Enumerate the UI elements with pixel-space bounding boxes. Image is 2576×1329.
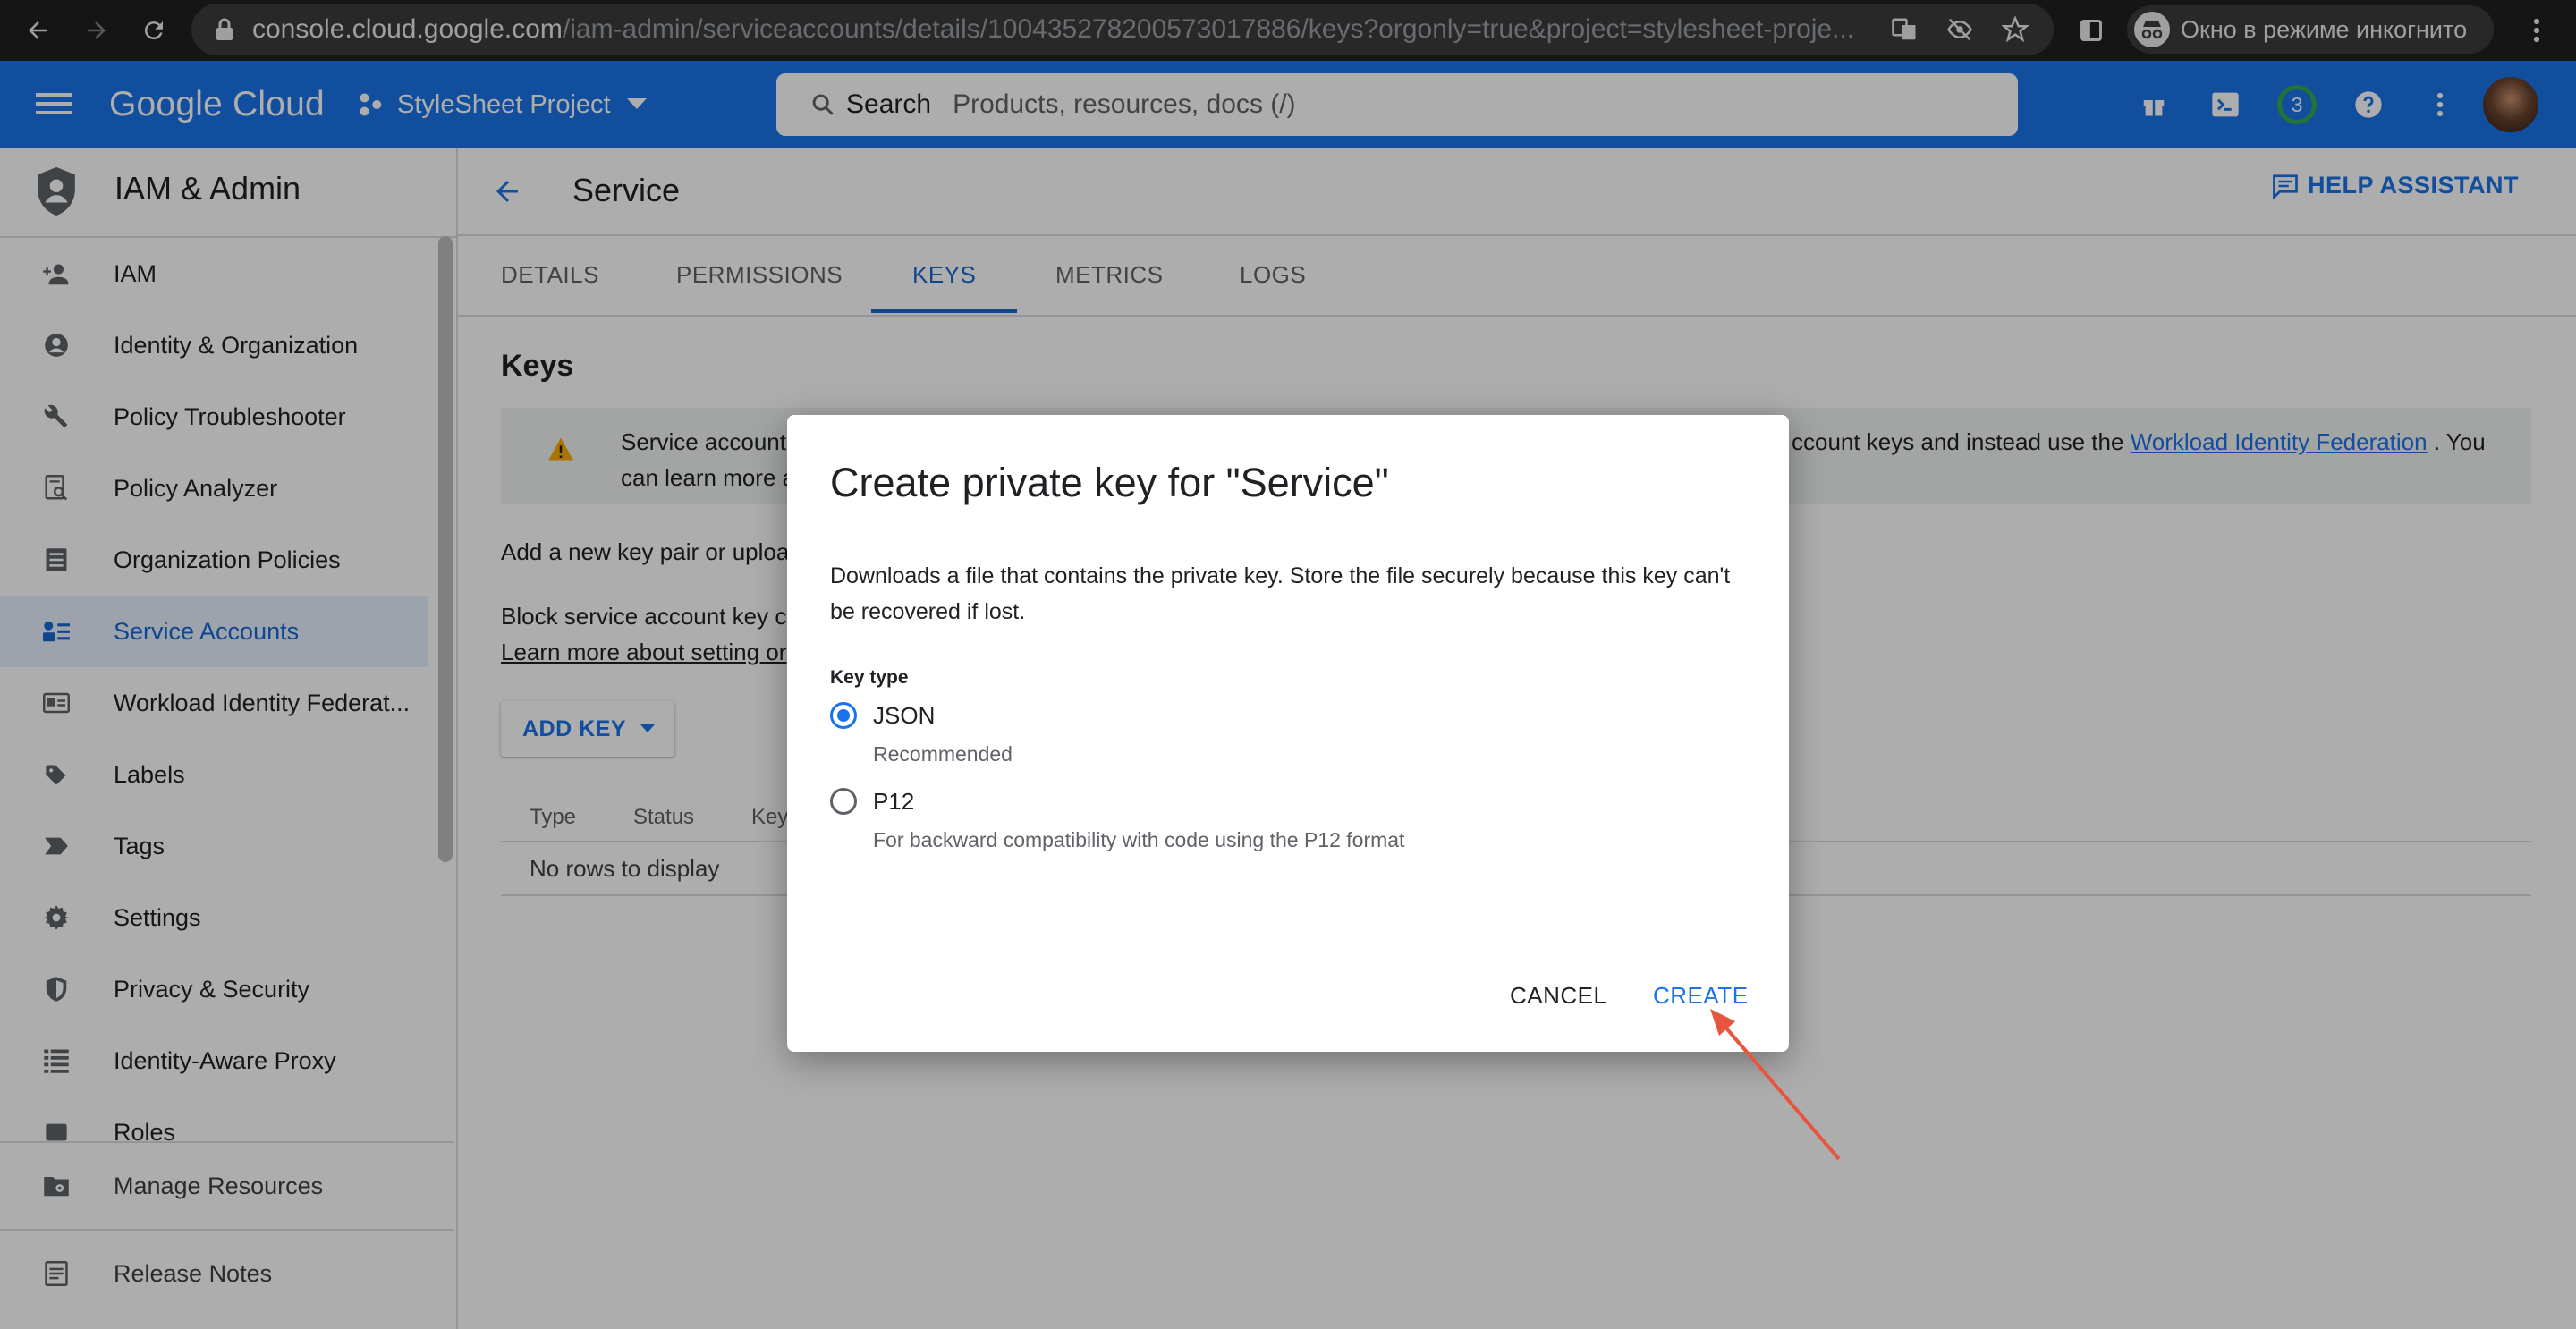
radio-option-json[interactable]: JSON [830, 694, 1456, 737]
radio-json-label: JSON [873, 701, 936, 729]
radio-json-sub: Recommended [873, 742, 1013, 766]
create-key-dialog: Create private key for "Service" Downloa… [787, 415, 1789, 1052]
annotation-arrow [1699, 1002, 1843, 1163]
dialog-title: Create private key for "Service" [830, 460, 1389, 505]
radio-json[interactable] [830, 702, 857, 729]
cancel-button[interactable]: CANCEL [1510, 973, 1606, 1018]
radio-p12-sub: For backward compatibility with code usi… [873, 828, 1405, 851]
radio-option-p12[interactable]: P12 [830, 780, 1456, 823]
key-type-label: Key type [830, 667, 909, 688]
radio-p12[interactable] [830, 788, 857, 815]
radio-p12-label: P12 [873, 787, 915, 815]
dialog-description: Downloads a file that contains the priva… [830, 563, 1731, 624]
